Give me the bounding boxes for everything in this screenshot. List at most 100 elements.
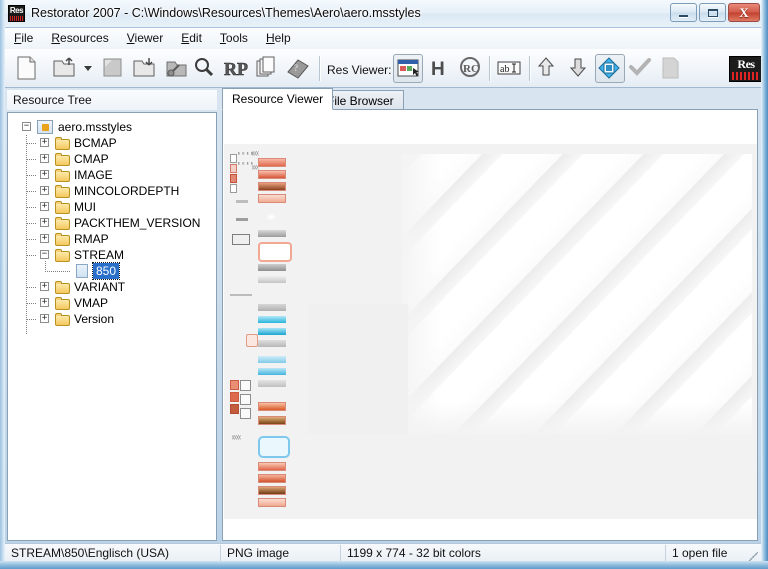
atlas-part [230,404,239,414]
expand-toggle-image[interactable]: + [40,170,49,179]
expand-toggle-mincolordepth[interactable]: + [40,186,49,195]
tree-node-packthem-version[interactable]: + PACKTHEM_VERSION [8,215,216,231]
swatch-outline-orange [258,242,292,262]
menu-item-edit[interactable]: Edit [172,28,211,49]
res-viewer-preview-icon[interactable] [393,54,423,83]
find-search-icon[interactable] [191,54,221,83]
tree-node-image[interactable]: + IMAGE [8,167,216,183]
tree-node-mui[interactable]: + MUI [8,199,216,215]
expand-toggle-mui[interactable]: + [40,202,49,211]
tab-label-file-browser: File Browser [327,94,394,108]
collapse-toggle-stream[interactable]: − [40,250,49,259]
tab-resource-viewer[interactable]: Resource Viewer [222,88,334,110]
menu-item-file[interactable]: File [5,28,42,49]
expand-toggle-cmap[interactable]: + [40,154,49,163]
menu-item-viewer[interactable]: Viewer [118,28,172,49]
status-image-format: PNG image [220,545,340,562]
msstyles-file-icon [37,120,53,134]
folder-icon [55,185,71,198]
expand-toggle-variant[interactable]: + [40,282,49,291]
tree-label-850: 850 [91,262,121,280]
folder-icon [55,201,71,214]
open-dropdown-arrow-icon[interactable] [81,54,95,83]
tree-branch-line [27,223,37,224]
swatch-orange [258,158,286,167]
tree-node-variant[interactable]: + VARIANT [8,279,216,295]
assign-up-icon[interactable] [533,54,563,83]
expand-toggle-packthem-version[interactable]: + [40,218,49,227]
tree-node-mincolordepth[interactable]: + MINCOLORDEPTH [8,183,216,199]
toolbar-separator [489,56,491,81]
resource-viewer-pane[interactable]: E E E E E E E E ╳╳╳ ╳╳╳ ╳╳╳╳ [222,109,758,541]
expand-toggle-bcmap[interactable]: + [40,138,49,147]
expand-toggle-version[interactable]: + [40,314,49,323]
maximize-button[interactable] [699,3,726,22]
minimize-button[interactable] [670,3,697,22]
viewer-tabs: Resource Viewer File Browser [222,88,758,110]
folder-icon [55,137,71,150]
tree-branch-line [27,175,37,176]
title-bar: Res Restorator 2007 - C:\Windows\Resourc… [0,0,768,28]
atlas-part [230,174,237,183]
status-open-files: 1 open file [665,545,761,562]
resource-tree[interactable]: − aero.msstyles + BCMAP + CMAP + IMAGE + [7,112,217,541]
tree-node-stream[interactable]: − STREAM [8,247,216,263]
menu-label-help: elp [274,31,291,45]
rc-viewer-icon[interactable]: RC [457,54,485,83]
hex-viewer-icon[interactable]: H [427,54,453,83]
window-border-right [761,0,768,569]
atlas-part [236,200,248,203]
save-icon [99,54,129,83]
open-folder-icon[interactable] [51,54,79,83]
swatch-brown [258,486,286,495]
tree-node-vmap[interactable]: + VMAP [8,295,216,311]
stripe-fade-bottom [402,402,752,434]
atlas-part [246,334,258,347]
expand-toggle-vmap[interactable]: + [40,298,49,307]
svg-text:H: H [431,59,445,80]
tree-label-root: aero.msstyles [58,120,133,134]
atlas-part [230,380,239,390]
tree-node-cmap[interactable]: + CMAP [8,151,216,167]
text-ab-viewer-icon[interactable]: ab [495,54,523,83]
window-border-bottom [0,561,768,569]
swatch-gray [258,276,286,283]
book-help-icon[interactable]: ? [285,54,315,83]
atlas-gray-block [308,304,408,434]
collapse-toggle-root[interactable]: − [22,122,31,131]
swatch-gray [258,380,286,387]
swatch-gray [258,264,286,271]
menu-item-resources[interactable]: Resources [42,28,117,49]
stripe-fade-left [402,154,442,434]
expand-toggle-rmap[interactable]: + [40,234,49,243]
save-as-icon[interactable] [131,54,159,83]
modify-resource-icon[interactable] [595,54,625,83]
close-button[interactable]: X [728,3,760,22]
tree-node-root[interactable]: − aero.msstyles [8,119,216,135]
minimize-icon [679,15,688,17]
svg-text:?: ? [294,63,298,73]
close-icon: X [739,5,749,20]
res-viewer-label: Res Viewer: [327,63,392,77]
grab-down-icon[interactable] [565,54,595,83]
tree-node-version[interactable]: + Version [8,311,216,327]
swatch-orange [258,170,286,179]
status-image-dimensions: 1199 x 774 - 32 bit colors [340,545,665,562]
blank-page-icon [657,54,687,83]
menu-item-help[interactable]: Help [257,28,300,49]
new-file-icon[interactable] [13,54,43,83]
rp-script-icon[interactable]: RP [221,54,251,83]
tree-label-bcmap: BCMAP [74,136,117,150]
menu-item-tools[interactable]: Tools [211,28,257,49]
tree-node-rmap[interactable]: + RMAP [8,231,216,247]
copy-pages-icon[interactable] [253,54,283,83]
swatch-round-gray [264,212,278,222]
brand-logo-text: Res [737,57,755,71]
tree-label-mincolordepth: MINCOLORDEPTH [74,184,180,198]
tree-node-bcmap[interactable]: + BCMAP [8,135,216,151]
tree-node-850[interactable]: 850 [8,261,216,280]
app-logo-icon: Res [8,5,25,22]
menu-bar: File Resources Viewer Edit Tools Help [5,28,761,49]
extract-resource-icon[interactable] [163,54,193,83]
svg-text:RP: RP [224,59,248,79]
